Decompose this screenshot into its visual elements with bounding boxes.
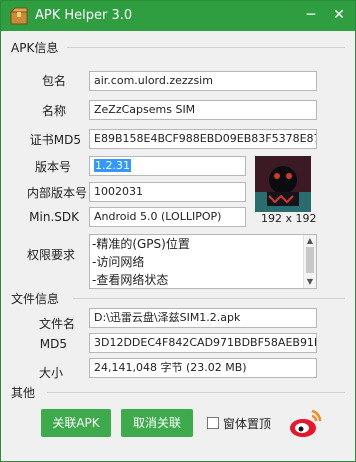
internal-version-label: 内部版本号 [26,186,87,200]
filename-label: 文件名 [38,317,75,331]
other-group-title: 其他 [11,386,36,400]
app-window: APK Helper 3.0 ─ ✕ APK信息 包名 air.com.ulor… [0,0,356,462]
scroll-up-icon[interactable]: ▲ [305,236,315,246]
name-field[interactable]: ZeZzCapsems SIM [89,100,317,120]
size-field[interactable]: 24,141,048 字节 (23.02 MB) [89,358,317,378]
permission-item[interactable]: -访问网络 [90,253,316,271]
size-label: 大小 [38,366,63,380]
permissions-label: 权限要求 [26,248,75,262]
scroll-down-icon[interactable]: ▼ [305,277,315,287]
internal-version-field[interactable]: 1002031 [89,182,246,202]
md5-label: MD5 [39,337,67,351]
md5-field[interactable]: 3D12DDEC4F842CAD971BDBF58AEB91E9 [89,333,317,353]
topmost-label[interactable]: 窗体置顶 [223,415,271,432]
group-divider [73,298,345,299]
cert-md5-label: 证书MD5 [29,133,81,147]
name-label: 名称 [41,104,66,118]
minsdk-field[interactable]: Android 5.0 (LOLLIPOP) [89,207,246,227]
permissions-list[interactable]: -精准的(GPS)位置 -访问网络 -查看网络状态 ▲ ▼ [89,234,317,289]
apk-info-group-title: APK信息 [11,41,59,55]
version-field[interactable]: 1.2.31 [89,156,246,176]
permissions-scrollbar[interactable]: ▲ ▼ [303,235,316,288]
minsdk-label: Min.SDK [29,210,79,224]
filename-field[interactable]: D:\迅雷云盘\泽兹SIM1.2.apk [89,308,317,328]
icon-size-text: 192 x 192 [261,212,317,225]
package-field[interactable]: air.com.ulord.zezzsim [89,71,317,91]
unassociate-button[interactable]: 取消关联 [121,409,193,437]
cert-md5-field[interactable]: E89B158E4BCF988EBD09EB83F5378E87 [89,129,317,149]
group-divider [67,47,345,48]
permission-item[interactable]: -查看网络状态 [90,271,316,288]
app-icon-preview [255,156,311,212]
file-info-group-title: 文件信息 [11,292,60,306]
close-button[interactable]: ✕ [329,5,349,25]
window-title: APK Helper 3.0 [35,8,133,23]
associate-apk-button[interactable]: 关联APK [41,409,111,437]
package-label: 包名 [41,74,66,88]
scroll-thumb[interactable] [306,247,314,273]
permission-item[interactable]: -精准的(GPS)位置 [90,235,316,253]
minimize-button[interactable]: ─ [301,5,321,25]
title-bar[interactable]: APK Helper 3.0 ─ ✕ [1,1,355,31]
topmost-checkbox[interactable] [207,417,219,429]
version-label: 版本号 [34,160,71,174]
group-divider [47,392,345,393]
version-value: 1.2.31 [94,159,131,172]
box-icon [9,7,28,25]
weibo-icon[interactable] [288,405,324,441]
